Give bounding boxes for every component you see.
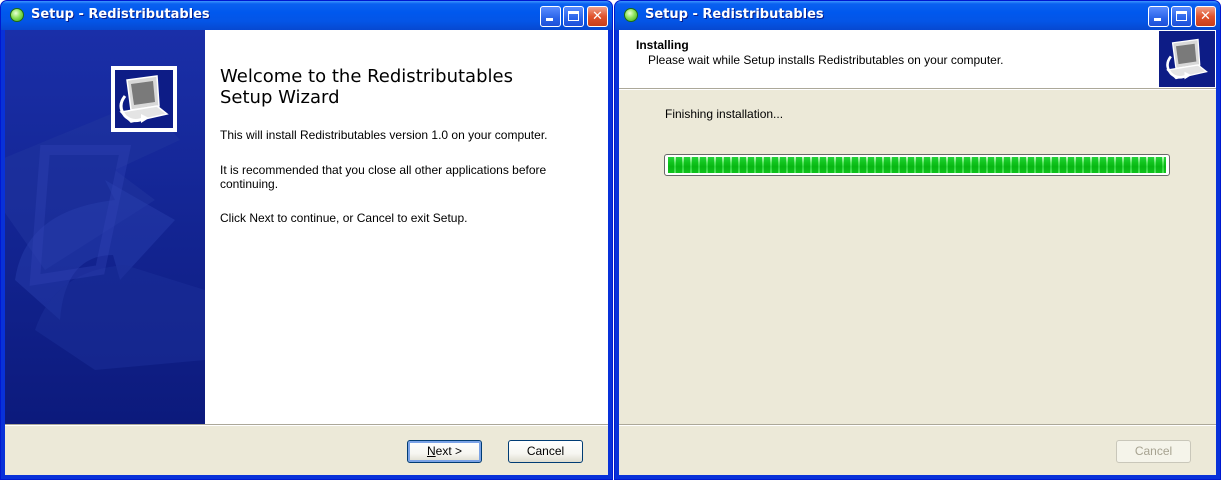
minimize-icon: [1154, 18, 1161, 21]
status-text: Finishing installation...: [665, 107, 784, 121]
close-icon: ✕: [1200, 9, 1211, 24]
close-button[interactable]: ✕: [587, 6, 608, 27]
welcome-content: Welcome to the Redistributables Setup Wi…: [205, 30, 608, 424]
maximize-icon: [1176, 11, 1187, 21]
cancel-button[interactable]: Cancel: [508, 440, 583, 463]
installing-window: Setup - Redistributables ✕ Installing Pl…: [614, 0, 1221, 480]
install-info-text: This will install Redistributables versi…: [220, 128, 548, 142]
next-cancel-hint-text: Click Next to continue, or Cancel to exi…: [220, 211, 468, 225]
header-subtitle: Please wait while Setup installs Redistr…: [648, 53, 1004, 67]
header-image: [1159, 31, 1215, 87]
window-title: Setup - Redistributables: [645, 7, 824, 22]
close-button[interactable]: ✕: [1195, 6, 1216, 27]
maximize-icon: [568, 11, 579, 21]
next-button[interactable]: Next >: [407, 440, 482, 463]
header-divider: [619, 88, 1216, 90]
maximize-button[interactable]: [563, 6, 584, 27]
title-bar[interactable]: Setup - Redistributables ✕: [615, 1, 1220, 30]
progress-fill: [668, 157, 1166, 173]
maximize-button[interactable]: [1171, 6, 1192, 27]
dialog-client: Installing Please wait while Setup insta…: [619, 30, 1216, 475]
window-title: Setup - Redistributables: [31, 7, 210, 22]
cancel-button[interactable]: Cancel: [1116, 440, 1191, 463]
setup-computer-icon: [111, 66, 177, 132]
setup-computer-icon: [1159, 31, 1215, 87]
page-title: Welcome to the Redistributables Setup Wi…: [220, 66, 513, 108]
close-apps-text: It is recommended that you close all oth…: [220, 163, 547, 191]
footer-divider: [5, 424, 608, 426]
app-status-icon: [10, 8, 24, 22]
minimize-button[interactable]: [1148, 6, 1169, 27]
dialog-client: Welcome to the Redistributables Setup Wi…: [5, 30, 608, 475]
close-icon: ✕: [592, 9, 603, 24]
wizard-header: Installing Please wait while Setup insta…: [619, 30, 1216, 88]
title-bar[interactable]: Setup - Redistributables ✕: [1, 1, 612, 30]
footer-divider: [619, 424, 1216, 426]
app-status-icon: [624, 8, 638, 22]
minimize-icon: [546, 18, 553, 21]
install-progress-bar: [664, 154, 1170, 176]
header-title: Installing: [636, 38, 689, 52]
welcome-window: Setup - Redistributables ✕ Welcome to th…: [0, 0, 613, 480]
minimize-button[interactable]: [540, 6, 561, 27]
wizard-side-image: [5, 30, 205, 424]
